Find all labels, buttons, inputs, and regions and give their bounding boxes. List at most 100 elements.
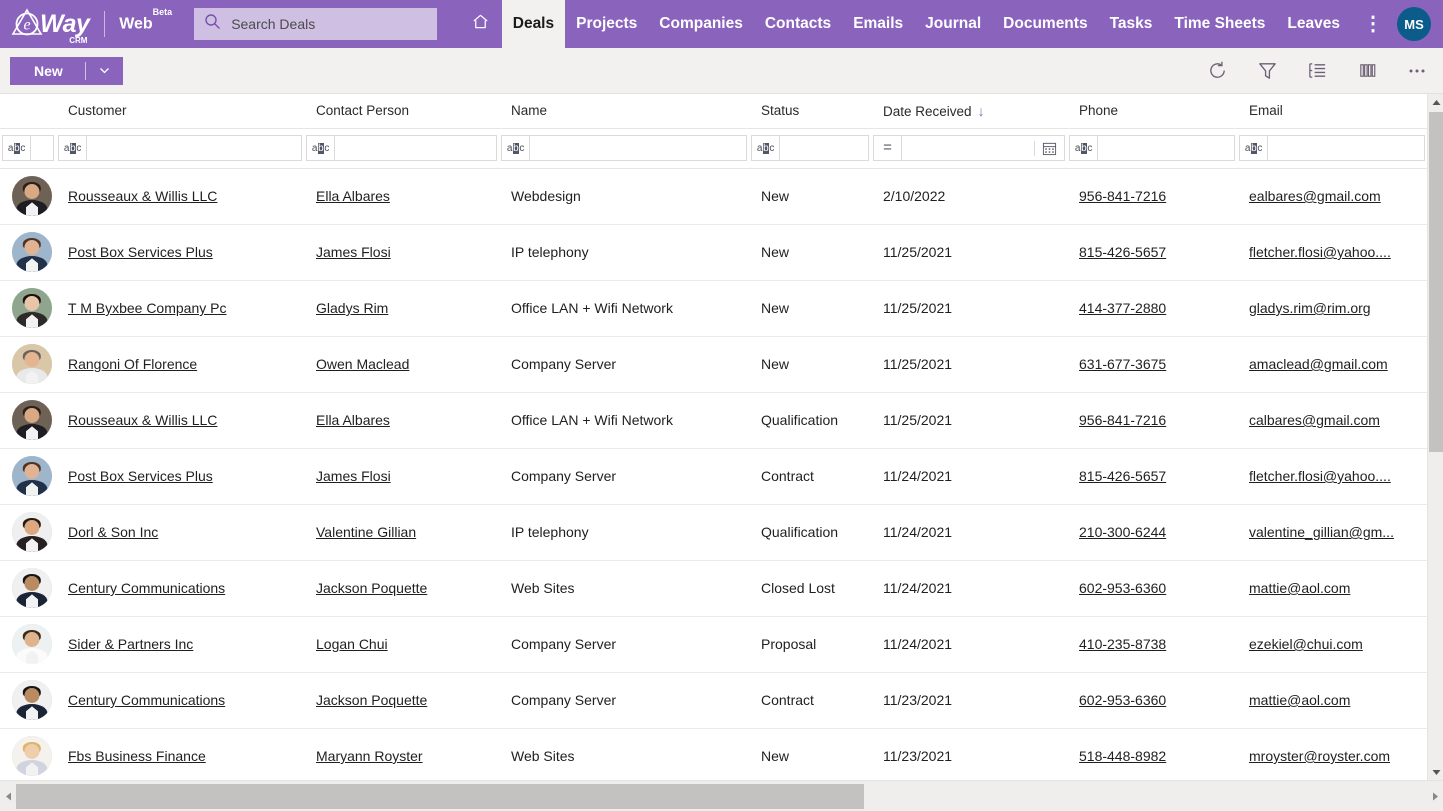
filter-box-name[interactable]: abc: [501, 135, 747, 161]
table-row[interactable]: Post Box Services Plus James Flosi IP tele…: [0, 224, 1427, 281]
group-list-icon[interactable]: [1305, 59, 1329, 83]
column-header-contact-person[interactable]: Contact Person: [304, 94, 499, 129]
customer-cell[interactable]: Post Box Services Plus: [56, 224, 304, 281]
column-header-name[interactable]: Name: [499, 94, 749, 129]
phone-link[interactable]: 414-377-2880: [1079, 300, 1166, 316]
customer-cell[interactable]: T M Byxbee Company Pc: [56, 280, 304, 337]
phone-cell[interactable]: 815-426-5657: [1067, 448, 1237, 505]
phone-cell[interactable]: 631-677-3675: [1067, 336, 1237, 393]
phone-link[interactable]: 956-841-7216: [1079, 188, 1166, 204]
nav-item-time-sheets[interactable]: Time Sheets: [1163, 0, 1276, 48]
customer-link[interactable]: Century Communications: [68, 580, 225, 596]
customer-link[interactable]: Post Box Services Plus: [68, 244, 213, 260]
app-logo[interactable]: e Way CRM: [0, 7, 98, 44]
nav-item-documents[interactable]: Documents: [992, 0, 1098, 48]
customer-cell[interactable]: Century Communications: [56, 672, 304, 729]
email-link[interactable]: fletcher.flosi@yahoo....: [1249, 468, 1391, 484]
nav-item-leaves[interactable]: Leaves: [1276, 0, 1351, 48]
table-row[interactable]: Rousseaux & Willis LLC Ella Albares Office…: [0, 392, 1427, 449]
filter-input-avatar[interactable]: [31, 136, 53, 160]
column-header-customer[interactable]: Customer: [56, 94, 304, 129]
email-cell[interactable]: ezekiel@chui.com: [1237, 616, 1427, 673]
contact-person-cell[interactable]: James Flosi: [304, 448, 499, 505]
user-avatar[interactable]: MS: [1397, 7, 1431, 41]
table-row[interactable]: Sider & Partners Inc Logan Chui Company Se…: [0, 616, 1427, 673]
table-row[interactable]: Century Communications Jackson Poquette We…: [0, 560, 1427, 617]
phone-cell[interactable]: 956-841-7216: [1067, 168, 1237, 225]
email-cell[interactable]: mattie@aol.com: [1237, 672, 1427, 729]
filter-input-customer[interactable]: [87, 136, 301, 160]
filter-type-abc-icon[interactable]: abc: [307, 136, 335, 160]
table-row[interactable]: Fbs Business Finance Maryann Royster Web S…: [0, 728, 1427, 780]
nav-item-projects[interactable]: Projects: [565, 0, 648, 48]
email-link[interactable]: gladys.rim@rim.org: [1249, 300, 1371, 316]
customer-link[interactable]: Post Box Services Plus: [68, 468, 213, 484]
table-row[interactable]: Rousseaux & Willis LLC Ella Albares Webdes…: [0, 168, 1427, 225]
email-link[interactable]: ezekiel@chui.com: [1249, 636, 1363, 652]
customer-cell[interactable]: Rousseaux & Willis LLC: [56, 168, 304, 225]
calendar-icon[interactable]: [1034, 140, 1064, 156]
email-link[interactable]: calbares@gmail.com: [1249, 412, 1380, 428]
filter-input-email[interactable]: [1268, 136, 1424, 160]
filter-input-name[interactable]: [530, 136, 746, 160]
filter-type-abc-icon[interactable]: abc: [3, 136, 31, 160]
columns-icon[interactable]: [1355, 59, 1379, 83]
vertical-scrollbar[interactable]: [1427, 94, 1443, 780]
customer-link[interactable]: Rousseaux & Willis LLC: [68, 188, 217, 204]
email-link[interactable]: mattie@aol.com: [1249, 692, 1350, 708]
column-header-avatar[interactable]: [0, 94, 56, 129]
phone-cell[interactable]: 602-953-6360: [1067, 560, 1237, 617]
table-row[interactable]: Post Box Services Plus James Flosi Company…: [0, 448, 1427, 505]
contact-person-link[interactable]: Logan Chui: [316, 636, 388, 652]
email-link[interactable]: fletcher.flosi@yahoo....: [1249, 244, 1391, 260]
contact-person-link[interactable]: Maryann Royster: [316, 748, 423, 764]
contact-person-link[interactable]: Valentine Gillian: [316, 524, 416, 540]
filter-box-date-received[interactable]: =: [873, 135, 1065, 161]
contact-person-cell[interactable]: Owen Maclead: [304, 336, 499, 393]
filter-type-abc-icon[interactable]: abc: [59, 136, 87, 160]
contact-person-cell[interactable]: Gladys Rim: [304, 280, 499, 337]
email-cell[interactable]: valentine_gillian@gm...: [1237, 504, 1427, 561]
filter-input-contact-person[interactable]: [335, 136, 496, 160]
customer-cell[interactable]: Rangoni Of Florence: [56, 336, 304, 393]
new-button[interactable]: New: [10, 56, 123, 85]
email-link[interactable]: valentine_gillian@gm...: [1249, 524, 1394, 540]
contact-person-link[interactable]: Ella Albares: [316, 188, 390, 204]
customer-cell[interactable]: Century Communications: [56, 560, 304, 617]
filter-box-status[interactable]: abc: [751, 135, 869, 161]
email-cell[interactable]: mroyster@royster.com: [1237, 728, 1427, 780]
contact-person-cell[interactable]: Jackson Poquette: [304, 672, 499, 729]
nav-item-deals[interactable]: Deals: [501, 0, 566, 48]
column-header-email[interactable]: Email: [1237, 94, 1427, 129]
phone-cell[interactable]: 410-235-8738: [1067, 616, 1237, 673]
filter-icon[interactable]: [1255, 59, 1279, 83]
contact-person-cell[interactable]: Jackson Poquette: [304, 560, 499, 617]
filter-box-contact-person[interactable]: abc: [306, 135, 497, 161]
phone-cell[interactable]: 518-448-8982: [1067, 728, 1237, 780]
nav-item-emails[interactable]: Emails: [842, 0, 914, 48]
filter-input-date-received[interactable]: [902, 136, 1034, 160]
table-row[interactable]: Dorl & Son Inc Valentine Gillian IP teleph…: [0, 504, 1427, 561]
nav-item-companies[interactable]: Companies: [648, 0, 754, 48]
customer-cell[interactable]: Fbs Business Finance: [56, 728, 304, 780]
caret-up-icon[interactable]: [1428, 94, 1443, 110]
vertical-scrollbar-thumb[interactable]: [1429, 112, 1443, 452]
customer-cell[interactable]: Dorl & Son Inc: [56, 504, 304, 561]
caret-right-icon[interactable]: [1427, 781, 1443, 811]
contact-person-cell[interactable]: Ella Albares: [304, 392, 499, 449]
filter-box-phone[interactable]: abc: [1069, 135, 1235, 161]
refresh-icon[interactable]: [1205, 59, 1229, 83]
email-cell[interactable]: fletcher.flosi@yahoo....: [1237, 224, 1427, 281]
chevron-down-icon[interactable]: [86, 64, 123, 77]
contact-person-link[interactable]: Jackson Poquette: [316, 692, 427, 708]
email-cell[interactable]: ealbares@gmail.com: [1237, 168, 1427, 225]
phone-cell[interactable]: 414-377-2880: [1067, 280, 1237, 337]
customer-link[interactable]: T M Byxbee Company Pc: [68, 300, 226, 316]
table-row[interactable]: Century Communications Jackson Poquette Co…: [0, 672, 1427, 729]
customer-link[interactable]: Fbs Business Finance: [68, 748, 206, 764]
customer-link[interactable]: Dorl & Son Inc: [68, 524, 158, 540]
more-vertical-icon[interactable]: ⋮: [1351, 14, 1395, 34]
customer-link[interactable]: Century Communications: [68, 692, 225, 708]
search-input[interactable]: [229, 15, 427, 33]
email-cell[interactable]: mattie@aol.com: [1237, 560, 1427, 617]
